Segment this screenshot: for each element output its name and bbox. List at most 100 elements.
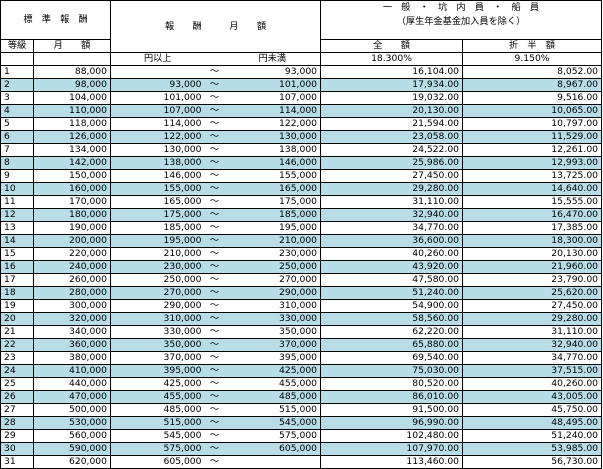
table-row: 7 134,000 130,000 ～ 138,000 24,522.00 12,261.0… bbox=[0, 143, 603, 157]
monthly-cell: 170,000 bbox=[33, 195, 111, 209]
full-amount-cell: 34,770.00 bbox=[320, 221, 464, 235]
range-to-cell: 575,000 bbox=[224, 429, 322, 443]
range-to-cell: 330,000 bbox=[224, 312, 322, 326]
table-row: 15 220,000 210,000 ～ 230,000 40,260.00 20,130.… bbox=[0, 247, 603, 261]
full-rate: 18.300% bbox=[320, 52, 464, 66]
table-row: 17 260,000 250,000 ～ 270,000 47,580.00 23,790.… bbox=[0, 273, 603, 287]
range-to-cell: 485,000 bbox=[224, 390, 322, 404]
monthly-cell: 380,000 bbox=[33, 351, 111, 365]
table-row: 3 104,000 101,000 ～ 107,000 19,032.00 9,516.00 bbox=[0, 91, 603, 105]
half-amount-cell: 10,797.00 bbox=[462, 117, 603, 131]
tilde-cell: ～ bbox=[204, 143, 225, 157]
table-row: 28 530,000 515,000 ～ 545,000 96,990.00 48,495.… bbox=[0, 416, 603, 430]
grade-cell: 27 bbox=[0, 403, 34, 417]
range-to-cell: 230,000 bbox=[224, 247, 322, 261]
table-row: 19 300,000 290,000 ～ 310,000 54,900.00 27,450.… bbox=[0, 299, 603, 313]
table-row: 13 190,000 185,000 ～ 195,000 34,770.00 17,385.… bbox=[0, 221, 603, 235]
table-row: 20 320,000 310,000 ～ 330,000 58,560.00 29,280.… bbox=[0, 312, 603, 326]
half-amount-cell: 53,985.00 bbox=[462, 442, 603, 456]
monthly-cell: 470,000 bbox=[33, 390, 111, 404]
range-to-cell: 122,000 bbox=[224, 117, 322, 131]
monthly-cell: 220,000 bbox=[33, 247, 111, 261]
range-to-cell: 107,000 bbox=[224, 91, 322, 105]
range-from-cell: 395,000 bbox=[110, 364, 205, 378]
range-to-cell: 515,000 bbox=[224, 403, 322, 417]
half-amount-cell: 12,261.00 bbox=[462, 143, 603, 157]
range-from-cell: 93,000 bbox=[110, 78, 205, 92]
grade-header: 等級 bbox=[0, 39, 34, 53]
half-amount-cell: 37,515.00 bbox=[462, 364, 603, 378]
monthly-cell: 88,000 bbox=[33, 65, 111, 79]
half-amount-cell: 17,385.00 bbox=[462, 221, 603, 235]
monthly-cell: 104,000 bbox=[33, 91, 111, 105]
general-line1: 一 般 ・ 坑 内 員 ・ 船 員 bbox=[382, 2, 540, 13]
tilde-cell: ～ bbox=[204, 273, 225, 287]
table-row: 29 560,000 545,000 ～ 575,000 102,480.00 51,240… bbox=[0, 429, 603, 443]
range-to-cell: 138,000 bbox=[224, 143, 322, 157]
half-amount-cell: 31,110.00 bbox=[462, 325, 603, 339]
grade-cell: 3 bbox=[0, 91, 34, 105]
grade-cell: 20 bbox=[0, 312, 34, 326]
table-row: 9 150,000 146,000 ～ 155,000 27,450.00 13,725.0… bbox=[0, 169, 603, 183]
table-row: 22 360,000 350,000 ～ 370,000 65,880.00 32,940.… bbox=[0, 338, 603, 352]
full-amount-cell: 23,058.00 bbox=[320, 130, 464, 144]
tilde-cell: ～ bbox=[204, 390, 225, 404]
range-to-cell: 350,000 bbox=[224, 325, 322, 339]
full-amount-cell: 29,280.00 bbox=[320, 182, 464, 196]
monthly-cell: 530,000 bbox=[33, 416, 111, 430]
range-from-cell: 455,000 bbox=[110, 390, 205, 404]
range-to-cell: 270,000 bbox=[224, 273, 322, 287]
range-to-cell: 250,000 bbox=[224, 260, 322, 274]
half-amount-cell: 23,790.00 bbox=[462, 273, 603, 287]
range-from-cell: 146,000 bbox=[110, 169, 205, 183]
table-row: 8 142,000 138,000 ～ 146,000 25,986.00 12,993.0… bbox=[0, 156, 603, 170]
range-to-cell: 370,000 bbox=[224, 338, 322, 352]
tilde-cell: ～ bbox=[204, 247, 225, 261]
grade-cell: 28 bbox=[0, 416, 34, 430]
monthly-cell: 260,000 bbox=[33, 273, 111, 287]
grade-cell: 1 bbox=[0, 65, 34, 79]
half-amount-cell: 48,495.00 bbox=[462, 416, 603, 430]
monthly-cell: 180,000 bbox=[33, 208, 111, 222]
table-row: 25 440,000 425,000 ～ 455,000 80,520.00 40,260.… bbox=[0, 377, 603, 391]
table-row: 27 500,000 485,000 ～ 515,000 91,500.00 45,750.… bbox=[0, 403, 603, 417]
range-from-cell: 114,000 bbox=[110, 117, 205, 131]
grade-cell: 11 bbox=[0, 195, 34, 209]
monthly-cell: 590,000 bbox=[33, 442, 111, 456]
range-from-cell: 370,000 bbox=[110, 351, 205, 365]
yen-over-label: 円以上 bbox=[110, 52, 205, 66]
range-to-cell: 605,000 bbox=[224, 442, 322, 456]
tilde-cell: ～ bbox=[204, 156, 225, 170]
full-amount-cell: 91,500.00 bbox=[320, 403, 464, 417]
table-row: 2 98,000 93,000 ～ 101,000 17,934.00 8,967.00 bbox=[0, 78, 603, 92]
full-amount-cell: 40,260.00 bbox=[320, 247, 464, 261]
half-amount-cell: 43,005.00 bbox=[462, 390, 603, 404]
tilde-cell: ～ bbox=[204, 221, 225, 235]
full-amount-cell: 17,934.00 bbox=[320, 78, 464, 92]
range-from-cell: 155,000 bbox=[110, 182, 205, 196]
monthly-cell: 300,000 bbox=[33, 299, 111, 313]
full-amount-cell: 102,480.00 bbox=[320, 429, 464, 443]
range-from-cell: 605,000 bbox=[110, 455, 205, 469]
full-amount-cell: 69,540.00 bbox=[320, 351, 464, 365]
grade-cell: 24 bbox=[0, 364, 34, 378]
tilde-cell: ～ bbox=[204, 91, 225, 105]
tilde-cell: ～ bbox=[204, 195, 225, 209]
half-amount-cell: 45,750.00 bbox=[462, 403, 603, 417]
tilde-cell: ～ bbox=[204, 455, 225, 469]
half-amount-header: 折 半 額 bbox=[462, 39, 603, 53]
half-amount-cell: 15,555.00 bbox=[462, 195, 603, 209]
range-from-cell: 107,000 bbox=[110, 104, 205, 118]
range-to-cell: 545,000 bbox=[224, 416, 322, 430]
full-amount-cell: 113,460.00 bbox=[320, 455, 464, 469]
table-row: 26 470,000 455,000 ～ 485,000 86,010.00 43,005.… bbox=[0, 390, 603, 404]
half-amount-cell: 32,940.00 bbox=[462, 338, 603, 352]
tilde-cell: ～ bbox=[204, 286, 225, 300]
range-to-cell: 130,000 bbox=[224, 130, 322, 144]
range-from-cell: 290,000 bbox=[110, 299, 205, 313]
table-row: 31 620,000 605,000 ～ 113,460.00 56,730.00 bbox=[0, 455, 603, 469]
monthly-cell: 500,000 bbox=[33, 403, 111, 417]
tilde-cell: ～ bbox=[204, 104, 225, 118]
grade-cell: 16 bbox=[0, 260, 34, 274]
monthly-cell: 620,000 bbox=[33, 455, 111, 469]
